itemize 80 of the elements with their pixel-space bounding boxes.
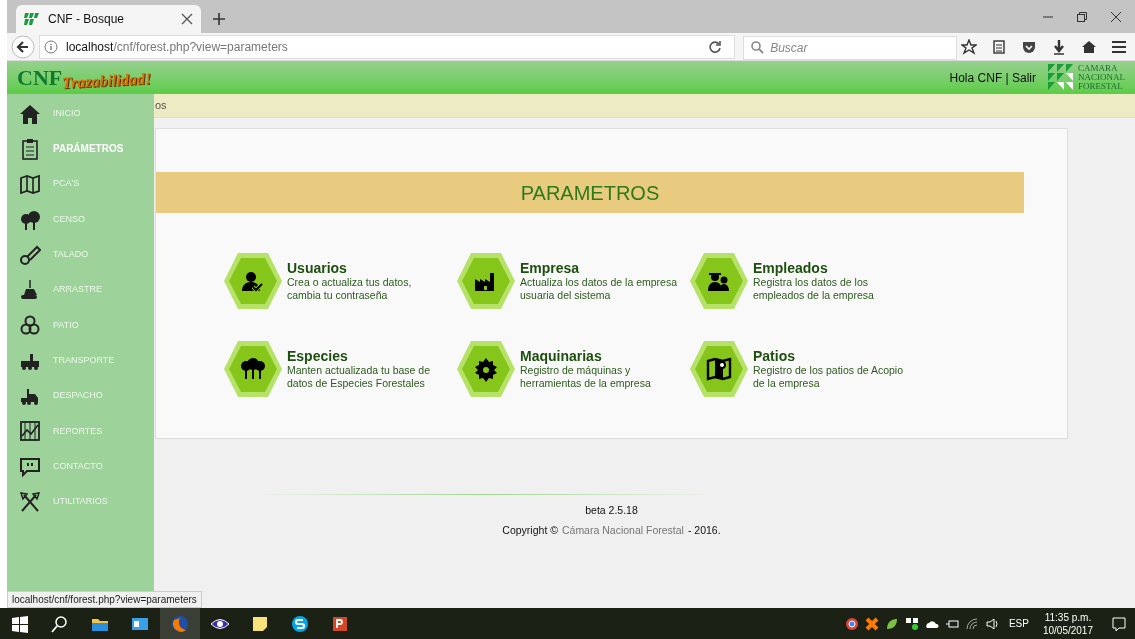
log-pile-icon [19, 314, 41, 337]
info-icon [44, 39, 58, 54]
sidebar-item[interactable]: PATIO [7, 307, 154, 344]
wifi-icon[interactable] [964, 616, 979, 631]
card-description: Crea o actualiza tus datos, cambia tu contraseña [287, 276, 413, 302]
sidebar-item[interactable]: CENSO [7, 201, 154, 238]
url-text: localhost/cnf/forest.php?view=parameters [66, 38, 289, 56]
org-logo-text: FORESTAL [1078, 82, 1124, 91]
copyright-text: - 2016. [687, 522, 721, 538]
tab-title: CNF - Bosque [48, 11, 126, 28]
download-icon[interactable] [1051, 38, 1067, 55]
triangles-logo-icon [1048, 64, 1074, 91]
sidebar-item[interactable]: UTILITARIOS [7, 484, 154, 520]
sidebar-item[interactable]: TRANSPORTE [7, 343, 154, 379]
house-icon [19, 102, 41, 125]
sidebar-item[interactable]: ARRASTRE [7, 272, 154, 308]
hexagon-factory-icon[interactable] [456, 252, 516, 310]
card-title[interactable]: Empresa [520, 260, 680, 276]
card-description: Registro de máquinas y herramientas de la empresa [520, 364, 652, 390]
hexagon-trees-icon[interactable] [223, 340, 283, 398]
speaker-icon[interactable] [984, 616, 999, 631]
notification-icon[interactable] [1111, 615, 1127, 632]
restore-icon[interactable] [1077, 11, 1087, 22]
card-title[interactable]: Usuarios [287, 260, 447, 276]
hexagon-saw-blade-icon[interactable] [456, 340, 516, 398]
sidebar-item[interactable]: INICIO [7, 96, 154, 132]
home-icon[interactable] [1081, 38, 1097, 55]
hexagon-workers-icon[interactable] [689, 252, 749, 310]
reload-icon[interactable] [708, 39, 723, 54]
copyright-link[interactable]: Cámara Nacional Forestal [561, 522, 684, 539]
user-links[interactable]: Hola CNF | Salir [949, 68, 1036, 87]
browser-tab[interactable]: CNF - Bosque [16, 5, 201, 33]
sidebar-item[interactable]: TALADO [7, 237, 154, 273]
s-logo-icon[interactable] [290, 613, 310, 634]
close-icon[interactable] [181, 13, 193, 25]
card-title[interactable]: Maquinarias [520, 348, 680, 364]
clipboard-icon [19, 137, 41, 160]
flag-icon [24, 12, 40, 26]
org-logo-text: NACIONAL [1078, 73, 1125, 82]
folded-map-icon [19, 173, 41, 196]
close-icon[interactable] [1111, 11, 1121, 22]
windows-icon[interactable] [10, 613, 30, 634]
leaf-icon[interactable] [884, 616, 899, 631]
sidebar-item[interactable]: DESPACHO [7, 378, 154, 414]
sidebar-item[interactable]: CONTACTO [7, 448, 154, 485]
clock-date: 10/05/2017 [1042, 623, 1093, 637]
line-chart-icon [19, 420, 41, 443]
panel-title: PARAMETROS [520, 180, 660, 206]
trees-icon [19, 208, 41, 231]
logo-tagline: Trazabilidad! [61, 70, 152, 91]
hexagon-user-check-icon[interactable] [223, 252, 283, 310]
search-icon[interactable] [50, 613, 70, 634]
copyright-text: Copyright © [502, 522, 558, 538]
logo: CNF [17, 66, 63, 89]
sidebar-item[interactable]: REPORTES [7, 413, 154, 449]
card-description: Registro de los patios de Acopio de la empresa [753, 364, 904, 390]
breadcrumb: os [155, 98, 167, 114]
version-text: beta 2.5.18 [585, 503, 638, 518]
hexagon-map-pin-icon[interactable] [689, 340, 749, 398]
card-description: Actualiza los datos de la empresa usuaria del sistema [520, 276, 678, 302]
card-description: Manten actualizada tu base de datos de Especies Forestales [287, 364, 432, 390]
org-logo-text: CAMARA [1078, 64, 1119, 73]
card-description: Registra los datos de los empleados de la empresa [753, 276, 875, 302]
sidebar-item[interactable]: PCA'S [7, 166, 154, 202]
menu-icon[interactable] [1111, 38, 1127, 55]
card-title[interactable]: Patios [753, 348, 913, 364]
language-indicator[interactable]: ESP [1008, 616, 1029, 631]
search-icon [751, 40, 765, 54]
plus-icon[interactable] [213, 13, 225, 25]
clipboard-icon[interactable] [991, 38, 1007, 55]
sidebar-item[interactable]: PARÁMETROS [7, 131, 154, 167]
search-field[interactable]: Buscar [743, 35, 957, 60]
card-title[interactable]: Empleados [753, 260, 913, 276]
clock-time: 11:35 p.m. [1044, 610, 1092, 624]
crossed-axes-icon [19, 490, 41, 513]
speech-bubble-icon [19, 455, 41, 478]
card-title[interactable]: Especies [287, 348, 447, 364]
status-url: localhost/cnf/forest.php?view=parameters [7, 591, 202, 608]
star-icon[interactable] [961, 38, 977, 55]
address-bar[interactable]: localhost/cnf/forest.php?view=parameters [39, 34, 736, 59]
